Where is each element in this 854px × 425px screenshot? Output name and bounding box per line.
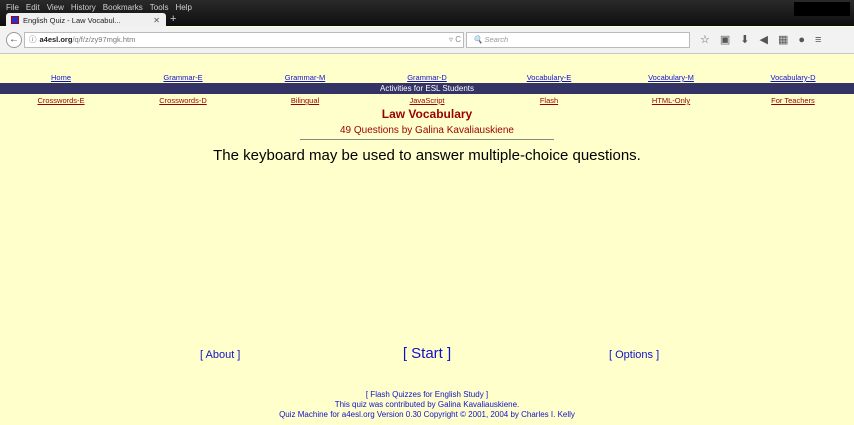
close-tab-icon[interactable]: ✕ [153,16,160,25]
top-nav-links: Home Grammar-E Grammar-M Grammar-D Vocab… [0,72,854,83]
instruction-text: The keyboard may be used to answer multi… [213,147,641,164]
nav-link-bilingual[interactable]: Bilingual [244,95,366,106]
menu-help[interactable]: Help [175,2,191,14]
start-link[interactable]: [ Start ] [403,345,451,362]
navigation-toolbar: ← ⓘ a4esl.org/q/f/z/zy97mgk.htm ▿ C 🔍 Sea… [0,27,854,54]
site-info-icon[interactable]: ⓘ [29,35,37,44]
nav-link-grammar-m[interactable]: Grammar-M [244,72,366,83]
nav-link-crosswords-e[interactable]: Crosswords-E [0,95,122,106]
copyright-text: Quiz Machine for a4esl.org Version 0.30 … [279,410,575,419]
reading-list-icon[interactable]: ▣ [720,33,730,47]
addon-icon[interactable]: ▦ [778,33,788,47]
divider [300,139,554,140]
quiz-subtitle: 49 Questions by Galina Kavaliauskiene [340,125,514,136]
options-link[interactable]: [ Options ] [609,349,659,361]
hamburger-menu-icon[interactable]: ≡ [815,33,821,47]
tab-title: English Quiz - Law Vocabul... [23,15,121,25]
download-icon[interactable]: ⬇ [740,33,749,47]
nav-link-crosswords-d[interactable]: Crosswords-D [122,95,244,106]
reload-icon[interactable]: ▿ C [449,33,461,47]
url-domain: a4esl.org [39,35,73,44]
flash-quizzes-link[interactable]: [ Flash Quizzes for English Study ] [0,390,854,399]
browser-tab[interactable]: English Quiz - Law Vocabul... ✕ [6,13,166,27]
nav-link-vocabulary-d[interactable]: Vocabulary-D [732,72,854,83]
send-icon[interactable]: ◀ [760,33,768,47]
back-arrow-icon[interactable]: ← [6,32,22,48]
search-input[interactable]: 🔍 Search [466,32,690,48]
nav-link-vocabulary-m[interactable]: Vocabulary-M [610,72,732,83]
search-placeholder: Search [484,35,509,44]
browser-title-bar: File Edit View History Bookmarks Tools H… [0,0,854,27]
web-page: Home Grammar-E Grammar-M Grammar-D Vocab… [0,55,854,425]
nav-link-grammar-e[interactable]: Grammar-E [122,72,244,83]
nav-link-javascript[interactable]: JavaScript [366,95,488,106]
window-controls[interactable] [794,2,850,16]
nav-link-flash[interactable]: Flash [488,95,610,106]
bottom-nav-links: Crosswords-E Crosswords-D Bilingual Java… [0,95,854,106]
site-banner: Activities for ESL Students [0,83,854,94]
nav-link-for-teachers[interactable]: For Teachers [732,95,854,106]
nav-link-grammar-d[interactable]: Grammar-D [366,72,488,83]
toolbar-icons: ☆ ▣ ⬇ ◀ ▦ ● ≡ [700,33,821,47]
url-bar[interactable]: ⓘ a4esl.org/q/f/z/zy97mgk.htm ▿ C [24,32,464,48]
quiz-title: Law Vocabulary [381,107,473,121]
chat-icon[interactable]: ● [798,33,805,47]
new-tab-icon[interactable]: + [170,13,176,25]
bookmark-star-icon[interactable]: ☆ [700,33,710,47]
start-row: [ Start ] [0,345,854,362]
nav-link-vocabulary-e[interactable]: Vocabulary-E [488,72,610,83]
credit-text: This quiz was contributed by Galina Kava… [334,400,520,409]
nav-link-home[interactable]: Home [0,72,122,83]
nav-link-html-only[interactable]: HTML-Only [610,95,732,106]
url-path: /q/f/z/zy97mgk.htm [72,35,136,44]
favicon-icon [11,16,19,24]
